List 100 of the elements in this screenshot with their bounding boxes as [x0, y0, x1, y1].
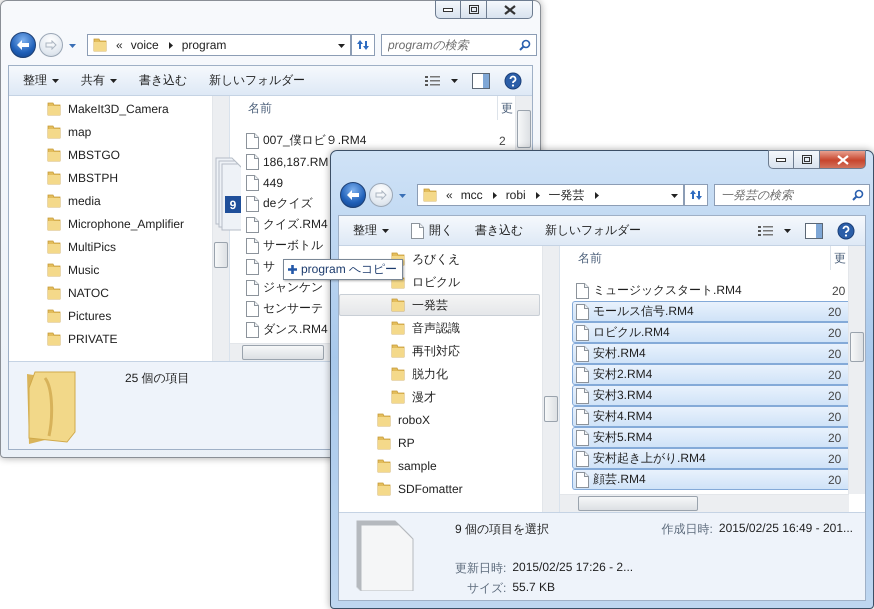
- help-icon: [504, 72, 522, 90]
- refresh-button[interactable]: [684, 184, 708, 206]
- folder-tree-item[interactable]: MBSTGO: [9, 144, 210, 166]
- file-row[interactable]: ロビクル.RM4 20: [572, 322, 848, 343]
- help-button[interactable]: [504, 72, 522, 90]
- minimize-button[interactable]: [768, 150, 794, 169]
- maximize-button[interactable]: [461, 0, 487, 19]
- folder-tree-item[interactable]: 漫才: [339, 386, 540, 408]
- folder-tree-item[interactable]: NATOC: [9, 282, 210, 304]
- menu-button[interactable]: 整理: [345, 218, 397, 242]
- breadcrumb-item[interactable]: voice: [130, 38, 159, 52]
- open-button[interactable]: 開く: [403, 218, 461, 242]
- folder-tree-item[interactable]: MBSTPH: [9, 167, 210, 189]
- refresh-icon: [688, 189, 704, 201]
- folder-tree-item[interactable]: MultiPics: [9, 236, 210, 258]
- file-row[interactable]: サ: [242, 256, 275, 277]
- scroll-thumb[interactable]: [517, 110, 531, 148]
- back-button[interactable]: [340, 182, 366, 208]
- file-row[interactable]: ミュージックスタート.RM4: [572, 280, 742, 301]
- folder-tree-item[interactable]: Music: [9, 259, 210, 281]
- address-bar[interactable]: « mcc robi 一発芸: [417, 184, 684, 206]
- folder-tree-item[interactable]: 音声認識: [339, 317, 540, 339]
- folder-tree-item[interactable]: sample: [339, 455, 540, 477]
- folder-icon: [92, 37, 108, 53]
- file-icon: [246, 258, 259, 274]
- scroll-thumb[interactable]: [850, 332, 864, 362]
- menu-button[interactable]: 共有: [73, 68, 125, 92]
- close-icon: [504, 4, 516, 14]
- file-row[interactable]: 安村4.RM4 20: [572, 406, 848, 427]
- breadcrumb-item[interactable]: robi: [506, 188, 526, 202]
- refresh-button[interactable]: [351, 34, 375, 56]
- toolbar-button[interactable]: 新しいフォルダー: [537, 218, 649, 242]
- file-icon: [576, 408, 589, 424]
- back-arrow-icon: [16, 39, 30, 51]
- view-options-button[interactable]: [758, 224, 791, 236]
- column-header[interactable]: 名前: [230, 100, 497, 116]
- help-button[interactable]: [837, 222, 855, 240]
- toolbar-button[interactable]: 書き込む: [131, 68, 195, 92]
- address-bar[interactable]: « voice program: [87, 34, 351, 56]
- folder-tree-item[interactable]: MakeIt3D_Camera: [9, 98, 210, 120]
- folder-tree-item[interactable]: Pictures: [9, 305, 210, 327]
- file-row[interactable]: 顔芸.RM4 20: [572, 469, 848, 490]
- folder-tree-item[interactable]: Microphone_Amplifier: [9, 213, 210, 235]
- file-row[interactable]: 安村2.RM4 20: [572, 364, 848, 385]
- maximize-button[interactable]: [794, 150, 820, 169]
- refresh-icon: [355, 39, 371, 51]
- scrollbar[interactable]: [848, 246, 865, 494]
- search-field[interactable]: 一発芸の検索: [714, 184, 870, 206]
- file-row[interactable]: deクイズ: [242, 193, 312, 214]
- scroll-thumb[interactable]: [214, 242, 228, 268]
- file-row[interactable]: モールス信号.RM4 20: [572, 301, 848, 322]
- file-icon: [246, 132, 259, 148]
- file-row[interactable]: ジャンケン: [242, 277, 323, 298]
- horizontal-scrollbar[interactable]: [560, 494, 849, 512]
- folder-tree-item[interactable]: media: [9, 190, 210, 212]
- folder-icon: [46, 262, 62, 278]
- file-row[interactable]: 449: [242, 172, 284, 193]
- scroll-thumb[interactable]: [578, 496, 698, 511]
- file-row[interactable]: センサーテ: [242, 298, 323, 319]
- file-row[interactable]: ダンス.RM4: [242, 319, 328, 340]
- file-row[interactable]: クイズ.RM4: [242, 214, 328, 235]
- list-view-icon: [425, 74, 441, 86]
- list-view-icon: [758, 224, 774, 236]
- file-row[interactable]: 007_僕ロビ９.RM4: [242, 130, 366, 151]
- scroll-thumb[interactable]: [544, 396, 558, 422]
- search-field[interactable]: programの検索: [381, 34, 537, 56]
- toolbar-button[interactable]: 新しいフォルダー: [201, 68, 313, 92]
- breadcrumb-item[interactable]: program: [182, 38, 226, 52]
- selection-summary: 25 個の項目: [125, 370, 190, 387]
- file-row[interactable]: 186,187.RM: [242, 151, 328, 172]
- file-row[interactable]: 安村3.RM4 20: [572, 385, 848, 406]
- folder-tree-item[interactable]: RP: [339, 432, 540, 454]
- scroll-thumb[interactable]: [242, 345, 324, 360]
- file-row[interactable]: サーボトル: [242, 235, 323, 256]
- folder-tree-item[interactable]: 再刊対応: [339, 340, 540, 362]
- scrollbar[interactable]: [542, 246, 559, 512]
- breadcrumb-item[interactable]: 一発芸: [548, 186, 585, 204]
- toolbar-button[interactable]: 書き込む: [467, 218, 531, 242]
- plus-icon: [287, 264, 298, 275]
- breadcrumb-item[interactable]: mcc: [460, 188, 483, 202]
- caret-icon: [52, 77, 59, 84]
- folder-tree-item[interactable]: SDFomatter: [339, 478, 540, 500]
- folder-tree-item[interactable]: roboX: [339, 409, 540, 431]
- folder-tree-item[interactable]: PRIVATE: [9, 328, 210, 350]
- preview-pane-button[interactable]: [805, 222, 823, 238]
- folder-tree-item[interactable]: 一発芸: [339, 294, 540, 316]
- column-header[interactable]: 名前: [560, 250, 830, 266]
- menu-button[interactable]: 整理: [15, 68, 67, 92]
- file-row[interactable]: 安村起き上がり.RM4 20: [572, 448, 848, 469]
- preview-pane-button[interactable]: [472, 72, 490, 88]
- folder-tree-item[interactable]: 脱力化: [339, 363, 540, 385]
- back-button[interactable]: [10, 32, 36, 58]
- folder-tree-item[interactable]: map: [9, 121, 210, 143]
- folder-icon: [46, 101, 62, 117]
- file-icon: [246, 174, 259, 190]
- file-row[interactable]: 安村5.RM4 20: [572, 427, 848, 448]
- view-options-button[interactable]: [425, 74, 458, 86]
- close-button[interactable]: [487, 0, 533, 19]
- minimize-button[interactable]: [435, 0, 461, 19]
- file-row[interactable]: 安村.RM4 20: [572, 343, 848, 364]
